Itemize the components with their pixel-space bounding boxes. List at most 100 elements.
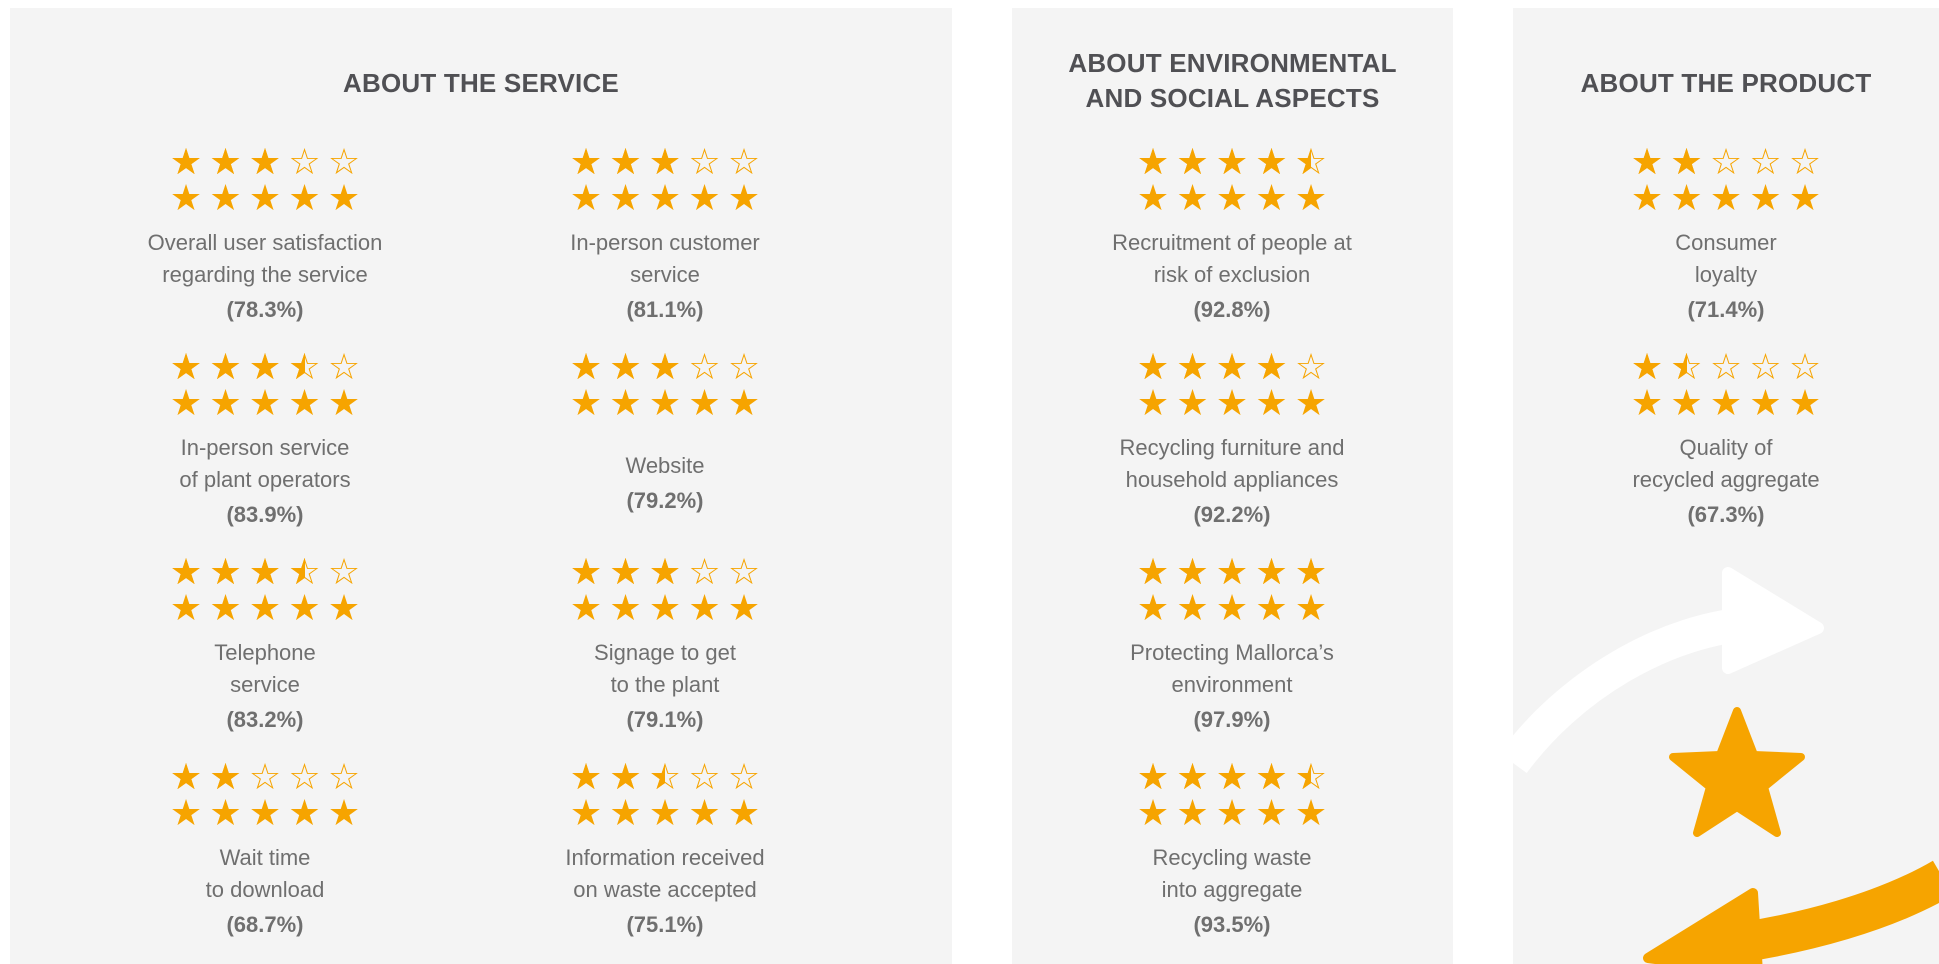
empty-star-icon: ☆ [245, 759, 285, 795]
star-glyph: ★ [209, 144, 242, 180]
star-icon: ☆ ★ [1173, 759, 1213, 795]
rating-percent: (75.1%) [626, 912, 704, 937]
star-glyph: ★ [1670, 144, 1703, 180]
star-outline: ☆ [288, 141, 321, 182]
star-glyph: ★ [1176, 349, 1209, 385]
star-glyph: ★ [1291, 144, 1311, 180]
star-icon: ★ [245, 385, 285, 421]
star-glyph: ★ [1255, 792, 1288, 833]
rating-scale-stars: ★ ★ ★ ★ ★ [495, 795, 835, 831]
star-icon: ★ [606, 180, 646, 216]
star-icon: ☆ ★ [1212, 349, 1252, 385]
star-icon: ☆ ★ [1173, 144, 1213, 180]
star-icon: ★ [1173, 180, 1213, 216]
empty-star-icon: ☆ [1785, 144, 1825, 180]
star-glyph: ★ [727, 792, 761, 833]
star-icon: ☆ ★ [645, 554, 685, 590]
star-icon: ★ [1706, 385, 1746, 421]
star-icon: ★ [245, 590, 285, 626]
star-outline: ☆ [327, 756, 361, 797]
star-glyph: ★ [609, 792, 642, 833]
rating-stars: ☆★☆★☆★☆★☆★ [1062, 554, 1402, 590]
star-icon: ★ [1291, 180, 1331, 216]
star-fill: ★ [1212, 759, 1252, 795]
star-fill: ★ [166, 759, 206, 795]
rating-stars: ☆★☆★☆★☆★☆ [95, 554, 435, 590]
star-glyph: ★ [327, 177, 361, 218]
star-fill: ★ [566, 554, 606, 590]
star-glyph: ★ [569, 587, 603, 628]
star-fill: ★ [1252, 759, 1292, 795]
star-icon: ★ [1785, 180, 1825, 216]
service-item: ☆★☆★☆★☆☆★★★★★Information receivedon wast… [495, 759, 835, 941]
star-glyph: ★ [1215, 587, 1249, 628]
rating-label: In-person customer service [495, 227, 835, 291]
star-icon: ☆ ★ [1667, 144, 1707, 180]
star-glyph: ★ [1136, 759, 1170, 795]
star-fill: ★ [1627, 349, 1667, 385]
rating-stars: ☆★☆★☆☆☆ [1556, 144, 1896, 180]
star-icon: ★ [245, 795, 285, 831]
star-icon: ★ [566, 385, 606, 421]
star-glyph: ★ [248, 554, 282, 590]
star-glyph: ★ [209, 792, 242, 833]
star-icon: ☆ ★ [1291, 554, 1331, 590]
environment-title-line-2: AND SOCIAL ASPECTS [1085, 83, 1380, 113]
rating-label-line: Recycling furniture and [1119, 435, 1345, 460]
big-star-icon [1669, 707, 1805, 837]
star-icon: ★ [645, 385, 685, 421]
rating-stars: ☆★☆★☆★☆★☆★ [1062, 759, 1402, 795]
star-outline: ☆ [1749, 141, 1782, 182]
rating-label-line: recycled aggregate [1632, 467, 1820, 492]
rating-label-line: Recycling waste [1152, 845, 1312, 870]
star-glyph: ★ [248, 382, 282, 423]
star-icon: ★ [206, 795, 246, 831]
star-glyph: ★ [648, 349, 682, 385]
star-glyph: ★ [1176, 554, 1209, 590]
star-outline: ☆ [248, 756, 282, 797]
rating-percent: (79.2%) [626, 488, 704, 513]
empty-star-icon: ☆ [685, 349, 725, 385]
star-icon: ★ [1291, 590, 1331, 626]
star-icon: ☆ ★ [206, 144, 246, 180]
rating-label: Consumer loyalty [1556, 227, 1896, 291]
star-fill: ★ [166, 144, 206, 180]
rating-label: Signage to get to the plant [495, 637, 835, 701]
star-icon: ☆ ★ [1212, 554, 1252, 590]
star-icon: ★ [1627, 180, 1667, 216]
star-glyph: ★ [1136, 382, 1170, 423]
star-fill: ★ [606, 759, 646, 795]
star-outline: ☆ [327, 141, 361, 182]
star-icon: ★ [1212, 385, 1252, 421]
star-glyph: ★ [1255, 759, 1288, 795]
star-icon: ★ [685, 180, 725, 216]
service-item: ☆ ★ ☆ ★ ☆ ★ ☆ ☆ ★ ★ ★ ★ ★ Signage to get to the plant(… [495, 554, 835, 736]
star-outline: ☆ [688, 551, 721, 592]
star-glyph: ★ [209, 759, 242, 795]
rating-stars: ☆★☆★☆★☆☆ [495, 554, 835, 590]
rating-scale-stars: ★ ★ ★ ★ ★ [495, 385, 835, 421]
star-icon: ☆ ★ [606, 349, 646, 385]
rating-label-line: into aggregate [1161, 877, 1303, 902]
rating-label-line: Consumer [1675, 230, 1777, 255]
rating-stars: ☆★☆★☆★☆☆ [95, 144, 435, 180]
half-star-icon: ☆★ [1291, 144, 1331, 180]
star-icon: ☆ ★ [606, 554, 646, 590]
star-fill: ★ [1212, 144, 1252, 180]
star-glyph: ★ [1136, 587, 1170, 628]
star-glyph: ★ [1749, 382, 1782, 423]
rating-label: Telephone service [95, 637, 435, 701]
star-glyph: ★ [569, 349, 603, 385]
star-fill: ★ [606, 144, 646, 180]
star-icon: ★ [1627, 385, 1667, 421]
product-title: ABOUT THE PRODUCT [1580, 68, 1872, 98]
rating-label-line: Telephone [214, 640, 316, 665]
rating-label: Overall user satisfaction regarding the s… [95, 227, 435, 291]
star-outline: ☆ [1709, 346, 1743, 387]
rating-stars: ☆★☆★☆★☆★☆ [95, 349, 435, 385]
star-icon: ☆ ★ [1212, 759, 1252, 795]
star-glyph: ★ [569, 177, 603, 218]
star-glyph: ★ [169, 554, 203, 590]
star-icon: ☆ ★ [1133, 144, 1173, 180]
service-panel: ABOUT THE SERVICE ☆ ★ ☆ ★ ☆ ★ ☆ ☆ ★ ★ ★ ★ ★ Overall u… [10, 8, 952, 964]
